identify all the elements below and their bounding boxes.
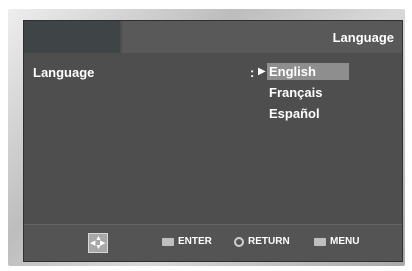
return-icon: [234, 236, 244, 247]
header-bar: Language: [122, 21, 402, 53]
menu-label: MENU: [330, 236, 360, 247]
header-left-panel: [24, 21, 120, 53]
return-hint: RETURN: [234, 236, 290, 247]
menu-hint: MENU: [314, 236, 359, 247]
separator: :: [250, 65, 255, 80]
option-francais[interactable]: Français: [267, 84, 322, 101]
option-english[interactable]: English: [267, 63, 349, 80]
return-label: RETURN: [248, 236, 290, 247]
menu-icon: [314, 237, 326, 246]
osd-screen: Language Language : ▶ English Français E…: [23, 20, 403, 262]
selection-arrow-icon: ▶: [258, 66, 266, 77]
enter-icon: [162, 237, 174, 246]
page-title: Language: [332, 30, 394, 45]
enter-label: ENTER: [178, 236, 212, 247]
setting-label: Language: [33, 65, 95, 80]
enter-hint: ENTER: [162, 236, 212, 247]
option-espanol[interactable]: Español: [267, 105, 320, 122]
directional-pad-icon: ▲ ▼ ◀ ▶: [88, 233, 108, 253]
footer-bar: ▲ ▼ ◀ ▶ ENTER RETURN MENU: [24, 224, 402, 261]
